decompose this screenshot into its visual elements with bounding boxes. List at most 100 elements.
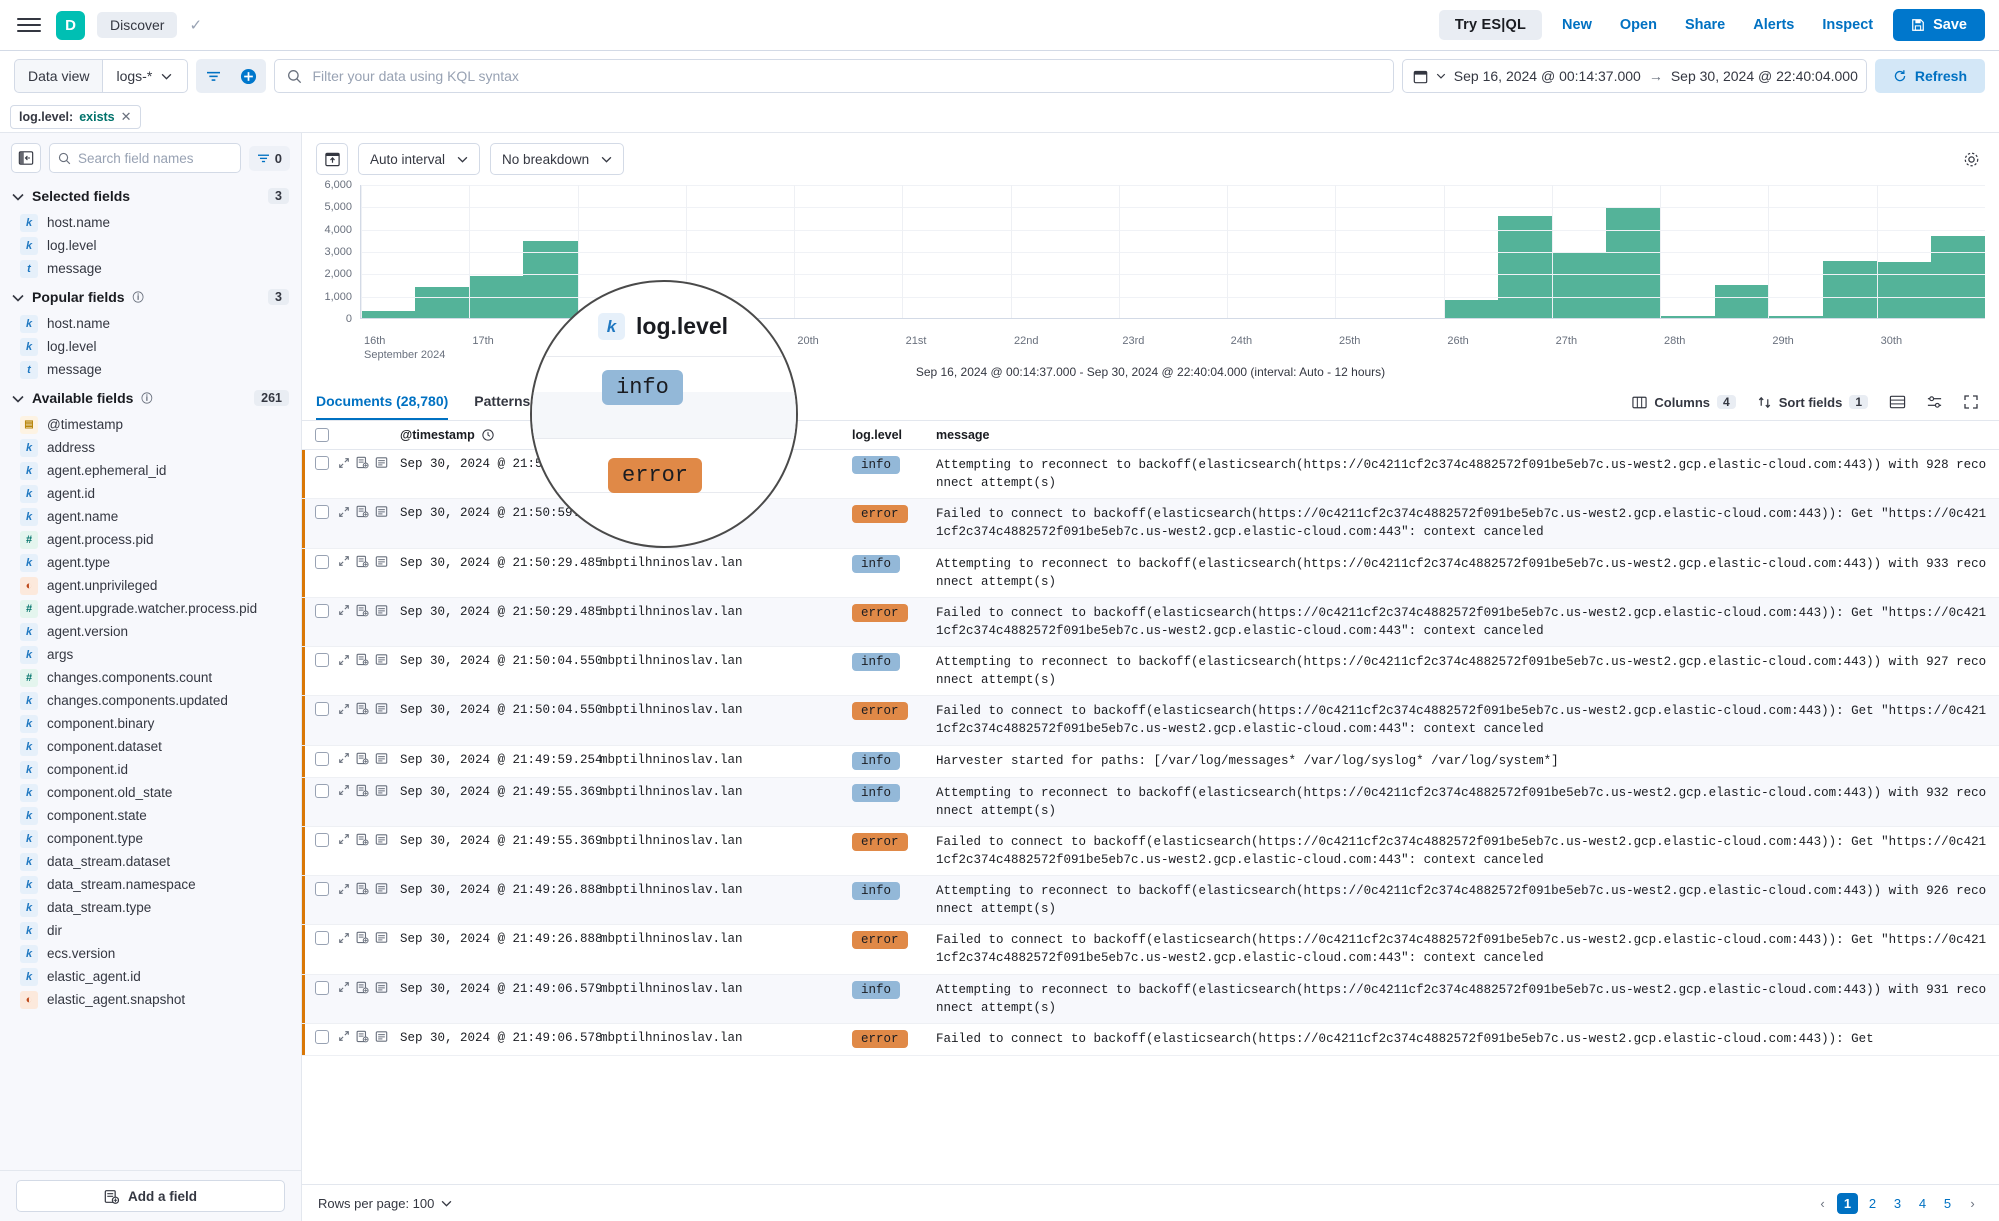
field-item-agent-unprivileged[interactable]: ◐agent.unprivileged <box>0 574 301 597</box>
surrounding-docs-icon[interactable] <box>375 505 388 518</box>
field-item-host-name[interactable]: k host.name <box>0 312 301 335</box>
table-row[interactable]: Sep 30, 2024 @ 21:50:04.550mbptilhninosl… <box>302 647 1999 696</box>
table-row[interactable]: Sep 30, 2024 @ 21:49:06.579mbptilhninosl… <box>302 975 1999 1024</box>
surrounding-docs-icon[interactable] <box>375 931 388 944</box>
field-item--timestamp[interactable]: ▤@timestamp <box>0 413 301 436</box>
table-row[interactable]: Sep 30, 2024 @ 21:49:06.578mbptilhninosl… <box>302 1024 1999 1056</box>
field-item-elastic-agent-id[interactable]: kelastic_agent.id <box>0 965 301 988</box>
help-icon[interactable]: ⓘ <box>141 390 152 406</box>
field-item-log-level[interactable]: k log.level <box>0 234 301 257</box>
section-popular-fields[interactable]: Popular fields ⓘ 3 <box>0 280 301 312</box>
field-item-component-id[interactable]: kcomponent.id <box>0 758 301 781</box>
chart-bar[interactable] <box>415 287 469 318</box>
field-item-agent-process-pid[interactable]: #agent.process.pid <box>0 528 301 551</box>
add-filter-button[interactable] <box>231 59 266 93</box>
table-row[interactable]: Sep 30, 2024 @ 21:49:26.888mbptilhninosl… <box>302 925 1999 974</box>
surrounding-docs-icon[interactable] <box>375 604 388 617</box>
row-checkbox[interactable] <box>315 1030 329 1044</box>
row-checkbox[interactable] <box>315 833 329 847</box>
data-view-value[interactable]: logs-* <box>102 59 188 93</box>
expand-row-icon[interactable] <box>338 457 350 469</box>
chart-bar[interactable] <box>1877 262 1931 318</box>
section-selected-fields[interactable]: Selected fields 3 <box>0 179 301 211</box>
expand-row-icon[interactable] <box>338 654 350 666</box>
filter-pill-log-level[interactable]: log.level: exists ✕ <box>10 105 141 129</box>
section-available-fields[interactable]: Available fields ⓘ 261 <box>0 381 301 413</box>
breakdown-select[interactable]: No breakdown <box>490 143 624 175</box>
add-a-field-button[interactable]: Add a field <box>16 1180 285 1212</box>
expand-row-icon[interactable] <box>338 604 350 616</box>
pagination-page-4[interactable]: 4 <box>1912 1193 1933 1214</box>
expand-row-icon[interactable] <box>338 506 350 518</box>
pagination-page-2[interactable]: 2 <box>1862 1193 1883 1214</box>
field-item-agent-id[interactable]: kagent.id <box>0 482 301 505</box>
rows-per-page-select[interactable]: Rows per page: 100 <box>318 1196 452 1211</box>
field-item-address[interactable]: kaddress <box>0 436 301 459</box>
surrounding-docs-icon[interactable] <box>375 752 388 765</box>
field-item-data-stream-namespace[interactable]: kdata_stream.namespace <box>0 873 301 896</box>
field-item-data-stream-dataset[interactable]: kdata_stream.dataset <box>0 850 301 873</box>
view-document-icon[interactable] <box>356 604 369 617</box>
row-checkbox[interactable] <box>315 653 329 667</box>
display-options-icon[interactable] <box>1920 389 1948 415</box>
field-item-component-type[interactable]: kcomponent.type <box>0 827 301 850</box>
field-item-args[interactable]: kargs <box>0 643 301 666</box>
view-document-icon[interactable] <box>356 702 369 715</box>
pagination-page-1[interactable]: 1 <box>1837 1193 1858 1214</box>
view-document-icon[interactable] <box>356 752 369 765</box>
nav-inspect[interactable]: Inspect <box>1814 13 1881 37</box>
pagination-prev[interactable]: ‹ <box>1812 1193 1833 1214</box>
surrounding-docs-icon[interactable] <box>375 981 388 994</box>
pagination-page-3[interactable]: 3 <box>1887 1193 1908 1214</box>
help-icon[interactable]: ⓘ <box>133 289 144 305</box>
surrounding-docs-icon[interactable] <box>375 653 388 666</box>
columns-button[interactable]: Columns 4 <box>1626 391 1741 414</box>
field-item-ecs-version[interactable]: kecs.version <box>0 942 301 965</box>
field-item-host-name[interactable]: k host.name <box>0 211 301 234</box>
row-height-icon[interactable] <box>1883 389 1911 415</box>
field-item-agent-ephemeral-id[interactable]: kagent.ephemeral_id <box>0 459 301 482</box>
row-checkbox[interactable] <box>315 555 329 569</box>
nav-new[interactable]: New <box>1554 13 1600 37</box>
table-row[interactable]: Sep 30, 2024 @ 21:50:29.485mbptilhninosl… <box>302 598 1999 647</box>
row-checkbox[interactable] <box>315 981 329 995</box>
field-item-elastic-agent-snapshot[interactable]: ◐elastic_agent.snapshot <box>0 988 301 1011</box>
view-document-icon[interactable] <box>356 1030 369 1043</box>
date-range-picker[interactable]: Sep 16, 2024 @ 00:14:37.000 → Sep 30, 20… <box>1402 59 1867 93</box>
field-item-agent-name[interactable]: kagent.name <box>0 505 301 528</box>
view-document-icon[interactable] <box>356 653 369 666</box>
select-all-checkbox[interactable] <box>315 428 329 442</box>
field-item-log-level[interactable]: k log.level <box>0 335 301 358</box>
view-document-icon[interactable] <box>356 981 369 994</box>
field-item-changes-components-updated[interactable]: kchanges.components.updated <box>0 689 301 712</box>
surrounding-docs-icon[interactable] <box>375 1030 388 1043</box>
collapse-sidebar-button[interactable] <box>11 143 41 173</box>
view-document-icon[interactable] <box>356 833 369 846</box>
table-row[interactable]: Sep 30, 2024 @ 21:49:26.888mbptilhninosl… <box>302 876 1999 925</box>
menu-icon[interactable] <box>14 10 44 40</box>
expand-row-icon[interactable] <box>338 1030 350 1042</box>
save-button[interactable]: Save <box>1893 9 1985 41</box>
field-item-changes-components-count[interactable]: #changes.components.count <box>0 666 301 689</box>
field-type-filter-button[interactable]: 0 <box>249 146 290 171</box>
try-esql-button[interactable]: Try ES|QL <box>1439 10 1542 40</box>
table-row[interactable]: Sep 30, 2024 @ 21:49:59.254mbptilhninosl… <box>302 746 1999 778</box>
fields-list[interactable]: Selected fields 3 k host.name k log.leve… <box>0 179 301 1170</box>
refresh-button[interactable]: Refresh <box>1875 59 1985 93</box>
header-message[interactable]: message <box>936 428 1999 442</box>
row-checkbox[interactable] <box>315 882 329 896</box>
field-item-component-state[interactable]: kcomponent.state <box>0 804 301 827</box>
table-row[interactable]: Sep 30, 2024 @ 21:50:04.550mbptilhninosl… <box>302 696 1999 745</box>
nav-share[interactable]: Share <box>1677 13 1733 37</box>
chart-bar[interactable] <box>1823 261 1877 318</box>
surrounding-docs-icon[interactable] <box>375 702 388 715</box>
row-checkbox[interactable] <box>315 702 329 716</box>
field-item-component-binary[interactable]: kcomponent.binary <box>0 712 301 735</box>
chart-bar[interactable] <box>1769 316 1823 318</box>
expand-row-icon[interactable] <box>338 981 350 993</box>
view-document-icon[interactable] <box>356 505 369 518</box>
row-checkbox[interactable] <box>315 784 329 798</box>
field-item-component-dataset[interactable]: kcomponent.dataset <box>0 735 301 758</box>
fullscreen-icon[interactable] <box>1957 389 1985 415</box>
pagination-page-5[interactable]: 5 <box>1937 1193 1958 1214</box>
